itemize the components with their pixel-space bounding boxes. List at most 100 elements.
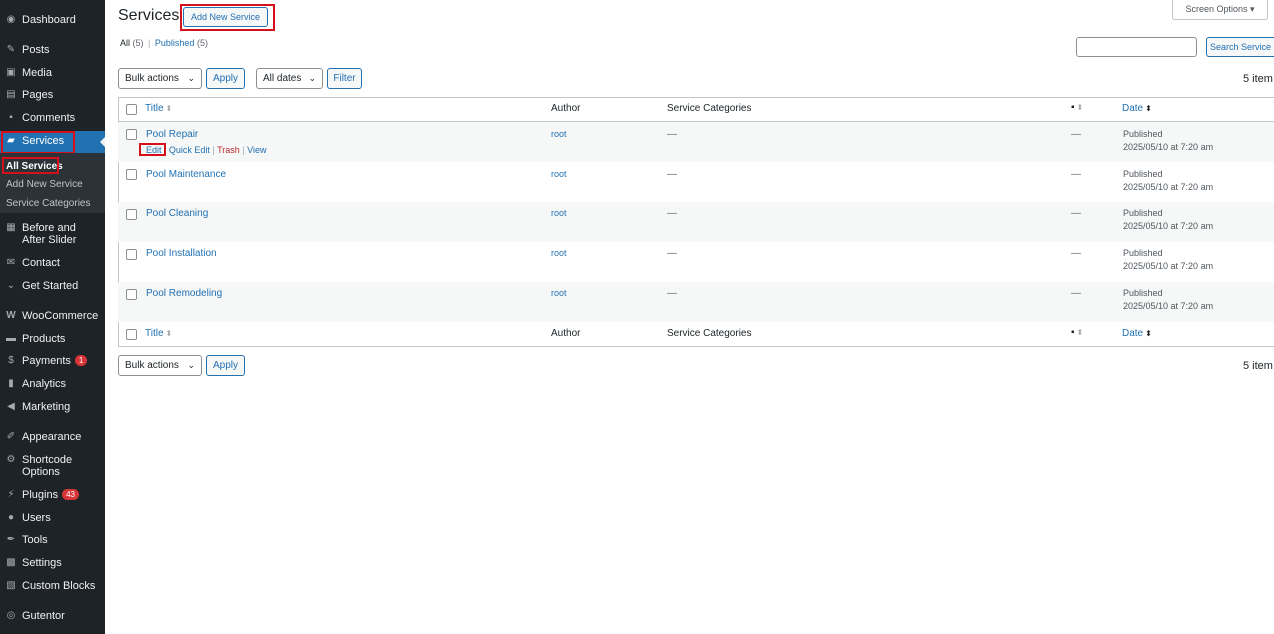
edit-link[interactable]: Edit — [146, 145, 162, 155]
comments-cell: — — [1071, 208, 1081, 219]
sort-icon: ⬍ — [165, 329, 173, 338]
bulk-actions-select-bottom[interactable]: Bulk actions ⌄ — [118, 355, 202, 376]
payments-badge: 1 — [74, 355, 88, 366]
comments-cell: — — [1071, 129, 1081, 140]
submenu-add-new-service[interactable]: Add New Service — [6, 179, 83, 190]
author-link[interactable]: root — [551, 129, 567, 139]
filter-published[interactable]: Published — [155, 38, 195, 48]
date-cell: 2025/05/10 at 7:20 am — [1123, 142, 1214, 152]
author-link[interactable]: root — [551, 169, 567, 179]
plug-icon: ⚡ — [7, 489, 15, 500]
dashboard-icon: ◉ — [6, 14, 16, 25]
date-cell: 2025/05/10 at 7:20 am — [1123, 182, 1214, 192]
mail-icon: ✉ — [6, 257, 16, 268]
row-checkbox[interactable] — [126, 169, 137, 180]
column-date[interactable]: Date ⬍ — [1122, 103, 1152, 114]
select-all-checkbox[interactable] — [126, 104, 137, 115]
sort-desc-icon: ⬍ — [1145, 329, 1152, 338]
items-count-bottom: 5 item — [1243, 360, 1273, 372]
sort-icon: ⬍ — [1076, 328, 1084, 337]
filter-button[interactable]: Filter — [327, 68, 362, 89]
comment-icon: ▪ — [1071, 327, 1075, 338]
brush-icon: ✐ — [6, 431, 16, 442]
pages-icon: ▤ — [6, 89, 16, 100]
categories-cell: — — [667, 129, 677, 140]
select-all-checkbox[interactable] — [126, 329, 137, 340]
column-title[interactable]: Title ⬍ — [145, 328, 172, 339]
bulk-actions-select[interactable]: Bulk actions ⌄ — [118, 68, 202, 89]
chevron-down-icon: ⌄ — [6, 280, 16, 291]
column-author: Author — [551, 103, 581, 114]
media-icon: ▣ — [6, 67, 16, 78]
submenu-service-categories[interactable]: Service Categories — [6, 198, 90, 209]
sort-desc-icon: ⬍ — [1145, 104, 1152, 113]
status-cell: Published — [1123, 129, 1163, 139]
row-checkbox[interactable] — [126, 289, 137, 300]
quick-edit-link[interactable]: Quick Edit — [169, 145, 210, 155]
chevron-down-icon: ⌄ — [187, 73, 195, 83]
slider-icon: ▦ — [6, 222, 16, 233]
service-title-link[interactable]: Pool Installation — [146, 248, 217, 259]
date-cell: 2025/05/10 at 7:20 am — [1123, 221, 1214, 231]
search-button[interactable]: Search Service — [1206, 37, 1274, 57]
folder-icon: ▰ — [7, 135, 15, 146]
row-checkbox[interactable] — [126, 129, 137, 140]
screen-options-button[interactable]: Screen Options ▾ — [1172, 0, 1268, 20]
author-link[interactable]: root — [551, 248, 567, 258]
row-actions: Edit | Quick Edit | Trash | View — [146, 145, 267, 155]
caret-down-icon: ▾ — [1250, 4, 1255, 14]
trash-link[interactable]: Trash — [217, 145, 240, 155]
chevron-down-icon: ⌄ — [308, 73, 316, 83]
chevron-down-icon: ⌄ — [187, 360, 195, 370]
status-cell: Published — [1123, 288, 1163, 298]
dates-select[interactable]: All dates ⌄ — [256, 68, 323, 89]
comment-icon: ▪ — [9, 112, 13, 123]
author-link[interactable]: root — [551, 288, 567, 298]
gutentor-icon: ◎ — [6, 610, 16, 621]
author-link[interactable]: root — [551, 208, 567, 218]
user-icon: ● — [7, 512, 15, 523]
row-checkbox[interactable] — [126, 249, 137, 260]
column-comments[interactable]: ▪ ⬍ — [1071, 102, 1083, 113]
service-title-link[interactable]: Pool Cleaning — [146, 208, 208, 219]
column-comments[interactable]: ▪ ⬍ — [1071, 327, 1083, 338]
service-title-link[interactable]: Pool Repair — [146, 129, 198, 140]
row-checkbox[interactable] — [126, 209, 137, 220]
status-cell: Published — [1123, 248, 1163, 258]
bar-chart-icon: ▮ — [8, 378, 14, 389]
column-title[interactable]: Title ⬍ — [145, 103, 172, 114]
page-title: Services — [118, 7, 180, 24]
comment-icon: ▪ — [1071, 102, 1075, 113]
comments-cell: — — [1071, 248, 1081, 259]
woo-icon: W — [6, 310, 16, 321]
column-date[interactable]: Date ⬍ — [1122, 328, 1152, 339]
items-count: 5 item — [1243, 73, 1273, 85]
search-input[interactable] — [1076, 37, 1197, 57]
categories-cell: — — [667, 288, 677, 299]
date-cell: 2025/05/10 at 7:20 am — [1123, 301, 1214, 311]
gear-icon: ⚙ — [6, 454, 16, 465]
comments-cell: — — [1071, 288, 1081, 299]
apply-button-bottom[interactable]: Apply — [206, 355, 245, 376]
sort-icon: ⬍ — [165, 104, 173, 113]
date-cell: 2025/05/10 at 7:20 am — [1123, 261, 1214, 271]
categories-cell: — — [667, 248, 677, 259]
table-row — [118, 122, 1274, 162]
add-new-service-button[interactable]: Add New Service — [183, 7, 268, 27]
apply-button[interactable]: Apply — [206, 68, 245, 89]
service-title-link[interactable]: Pool Maintenance — [146, 169, 226, 180]
pin-icon: ✎ — [6, 44, 16, 55]
wrench-icon: ✒ — [6, 534, 16, 545]
admin-sidebar: ◉ Dashboard ✎ Posts ▣ Media ▤ Pages ▪ Comment… — [0, 0, 105, 634]
blocks-icon: ▧ — [6, 580, 16, 591]
service-title-link[interactable]: Pool Remodeling — [146, 288, 222, 299]
status-cell: Published — [1123, 169, 1163, 179]
table-row — [118, 282, 1274, 322]
column-categories: Service Categories — [667, 328, 752, 339]
dollar-icon: $ — [8, 355, 14, 366]
filter-all[interactable]: All — [120, 38, 130, 48]
table-row — [118, 202, 1274, 242]
view-link[interactable]: View — [247, 145, 266, 155]
submenu-all-services[interactable]: All Services — [6, 161, 63, 172]
megaphone-icon: ◀ — [7, 401, 15, 412]
